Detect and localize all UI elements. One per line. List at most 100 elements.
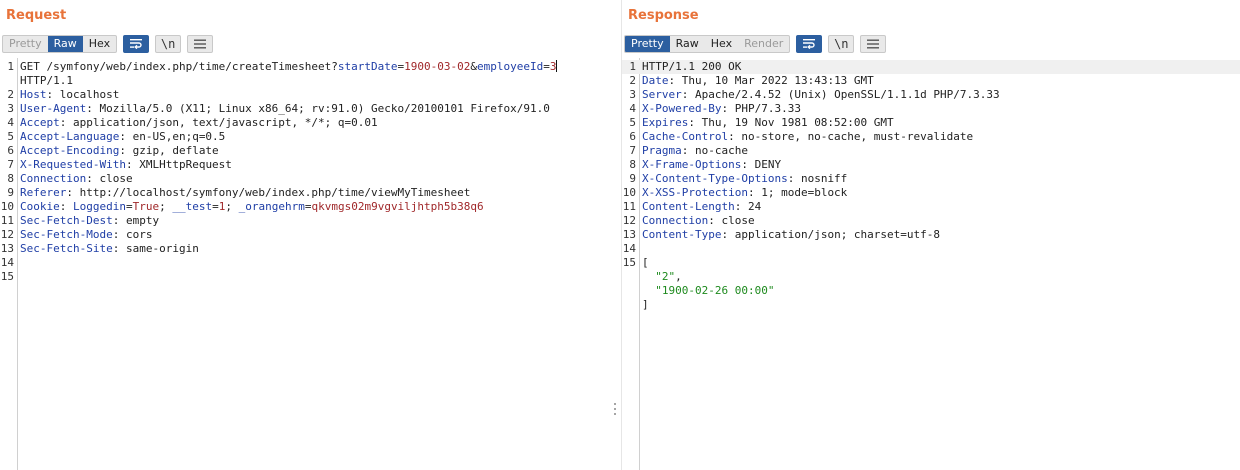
code-line[interactable]: 15 [ [622,256,1240,270]
line-number: 8 [7,172,14,185]
code-line[interactable]: 13 Sec-Fetch-Site: same-origin [0,242,612,256]
code-token: : cors [112,228,153,241]
request-title: Request [6,8,67,23]
code-token: [ [642,256,649,269]
code-token: employeeId [476,60,544,73]
code-line[interactable]: 3 Server: Apache/2.4.52 (Unix) OpenSSL/1.… [622,88,1240,102]
code-line[interactable]: "2", [622,270,1240,284]
line-number: 10 [0,200,14,213]
tab-pretty[interactable]: Pretty [3,36,48,52]
tab-render[interactable]: Render [738,36,789,52]
code-token: Expires [642,116,689,129]
line-number: 10 [622,186,636,199]
tab-raw[interactable]: Raw [47,35,83,52]
code-token: : 1; mode=block [747,186,848,199]
code-line[interactable]: 1 HTTP/1.1 200 OK [622,60,1240,74]
code-line[interactable]: 3 User-Agent: Mozilla/5.0 (X11; Linux x86… [0,102,612,116]
code-token: 1900-03-02 [404,60,471,73]
code-token: : [59,200,73,213]
code-line[interactable]: 8 X-Frame-Options: DENY [622,158,1240,172]
line-text: Accept-Encoding: gzip, deflate [20,144,219,158]
code-line[interactable]: "1900-02-26 00:00" [622,284,1240,298]
code-line[interactable]: HTTP/1.1 [0,74,612,88]
code-line[interactable]: 13 Content-Type: application/json; charse… [622,228,1240,242]
splitter-handle-icon[interactable] [614,403,618,418]
code-token: _orangehrm [238,200,305,213]
line-text: Cache-Control: no-store, no-cache, must-… [642,130,973,144]
code-token: GET /symfony/web/index.php/time/createTi… [20,60,338,73]
menu-icon[interactable] [187,34,214,53]
code-line[interactable]: 4 X-Powered-By: PHP/7.3.33 [622,102,1240,116]
code-line[interactable]: 9 Referer: http://localhost/symfony/web/i… [0,186,612,200]
code-line[interactable]: 6 Cache-Control: no-store, no-cache, must… [622,130,1240,144]
code-line[interactable]: 12 Sec-Fetch-Mode: cors [0,228,612,242]
code-line[interactable]: 14 [622,242,1240,256]
code-token: : Apache/2.4.52 (Unix) OpenSSL/1.1.1d PH… [681,88,1000,101]
code-token: Loggedin [73,200,126,213]
code-line[interactable]: 2 Date: Thu, 10 Mar 2022 13:43:13 GMT [622,74,1240,88]
code-token: User-Agent [20,102,87,115]
line-number: 2 [7,88,14,101]
code-line[interactable]: 5 Expires: Thu, 19 Nov 1981 08:52:00 GMT [622,116,1240,130]
code-line[interactable]: 11 Sec-Fetch-Dest: empty [0,214,612,228]
line-text: Server: Apache/2.4.52 (Unix) OpenSSL/1.1… [642,88,1000,102]
code-line[interactable]: 6 Accept-Encoding: gzip, deflate [0,144,612,158]
code-line[interactable]: 15 [0,270,612,284]
line-text: HTTP/1.1 [20,74,73,88]
newline-icon[interactable]: \n [828,34,855,53]
code-token: : empty [112,214,160,227]
code-token: : close [708,214,755,227]
code-token: ; [159,200,173,213]
pane-splitter[interactable] [612,0,622,470]
line-text: Host: localhost [20,88,119,102]
code-line[interactable]: 7 Pragma: no-cache [622,144,1240,158]
line-number: 14 [0,256,14,269]
code-line[interactable]: 5 Accept-Language: en-US,en;q=0.5 [0,130,612,144]
code-line[interactable]: 1 GET /symfony/web/index.php/time/createT… [0,60,612,74]
code-line[interactable]: 11 Content-Length: 24 [622,200,1240,214]
newline-icon[interactable]: \n [155,34,182,53]
request-editor[interactable]: 1 GET /symfony/web/index.php/time/createT… [0,58,612,470]
line-text: Sec-Fetch-Dest: empty [20,214,159,228]
code-token: Sec-Fetch-Site [20,242,113,255]
code-line[interactable]: 10 Cookie: Loggedin=True; __test=1; _oran… [0,200,612,214]
code-line[interactable]: 9 X-Content-Type-Options: nosniff [622,172,1240,186]
wrap-icon[interactable] [796,34,823,53]
code-token: : application/json; charset=utf-8 [721,228,941,241]
line-number: 9 [7,186,14,199]
code-line[interactable]: 12 Connection: close [622,214,1240,228]
code-token: : DENY [741,158,782,171]
code-line[interactable]: 7 X-Requested-With: XMLHttpRequest [0,158,612,172]
wrap-icon[interactable] [123,34,150,53]
line-number: 4 [629,102,636,115]
line-text: X-Frame-Options: DENY [642,158,781,172]
code-token: Cookie [20,200,60,213]
code-line[interactable]: 14 [0,256,612,270]
tab-pretty[interactable]: Pretty [625,35,670,52]
line-number: 8 [629,158,636,171]
code-line[interactable]: 8 Connection: close [0,172,612,186]
code-token: Date [642,74,669,87]
code-line[interactable]: 10 X-XSS-Protection: 1; mode=block [622,186,1240,200]
menu-icon[interactable] [860,34,887,53]
code-token: Connection [20,172,87,185]
code-token: Accept-Language [20,130,120,143]
tab-hex[interactable]: Hex [83,36,116,52]
line-text: User-Agent: Mozilla/5.0 (X11; Linux x86_… [20,102,550,116]
code-token: Pragma [642,144,682,157]
code-line[interactable]: 2 Host: localhost [0,88,612,102]
line-text: Expires: Thu, 19 Nov 1981 08:52:00 GMT [642,116,894,130]
code-token: 3 [549,60,557,73]
code-line[interactable]: ] [622,298,1240,312]
line-text: X-Content-Type-Options: nosniff [642,172,847,186]
response-editor[interactable]: 1 HTTP/1.1 200 OK 2 Date: Thu, 10 Mar 2022 … [622,58,1240,470]
line-text: [ [642,256,649,270]
code-token: : Mozilla/5.0 (X11; Linux x86_64; rv:91.… [86,102,550,115]
code-token: X-Requested-With [20,158,126,171]
tab-hex[interactable]: Hex [705,36,738,52]
tab-raw[interactable]: Raw [670,36,705,52]
code-line[interactable]: 4 Accept: application/json, text/javascri… [0,116,612,130]
line-text: Connection: close [642,214,755,228]
code-token: & [470,60,477,73]
